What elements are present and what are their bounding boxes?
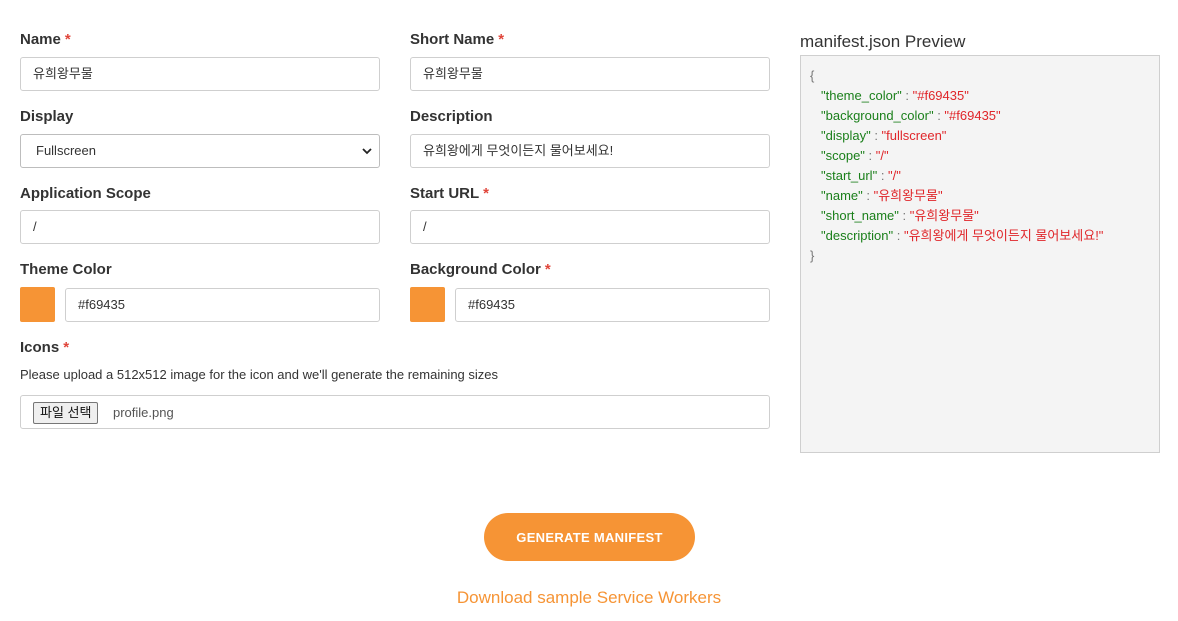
background-color-label: Background Color *	[410, 261, 551, 278]
generate-manifest-button[interactable]: GENERATE MANIFEST	[484, 513, 695, 561]
json-line: "description" : "유희왕에게 무엇이든지 물어보세요!"	[821, 228, 1104, 243]
icons-label: Icons *	[20, 339, 70, 356]
name-input[interactable]: 유희왕무물	[20, 57, 380, 91]
description-input[interactable]: 유희왕에게 무엇이든지 물어보세요!	[410, 134, 770, 168]
theme-color-swatch[interactable]	[20, 287, 55, 322]
required-mark: *	[544, 261, 551, 278]
json-line: "name" : "유희왕무물"	[821, 188, 943, 203]
background-color-input[interactable]: #f69435	[455, 288, 770, 322]
name-label: Name *	[20, 31, 71, 48]
start-url-input[interactable]: /	[410, 210, 770, 244]
short-name-label: Short Name *	[410, 31, 505, 48]
short-name-input[interactable]: 유희왕무물	[410, 57, 770, 91]
json-line: "start_url" : "/"	[821, 168, 901, 183]
preview-title: manifest.json Preview	[800, 32, 966, 51]
display-select-value: Fullscreen	[36, 143, 96, 158]
required-mark: *	[63, 339, 70, 356]
scope-label: Application Scope	[20, 185, 151, 202]
json-line: "scope" : "/"	[821, 148, 889, 163]
background-color-swatch[interactable]	[410, 287, 445, 322]
manifest-preview-panel: { "theme_color" : "#f69435" "background_…	[800, 55, 1160, 453]
icon-file-input[interactable]: 파일 선택 profile.png	[20, 395, 770, 429]
description-label: Description	[410, 108, 493, 125]
download-service-workers-link: Download sample Service Workers	[0, 588, 1178, 608]
download-link-text[interactable]: Download sample Service Workers	[457, 588, 721, 607]
required-mark: *	[483, 185, 490, 202]
required-mark: *	[498, 31, 505, 48]
start-url-label: Start URL *	[410, 185, 490, 202]
theme-color-label: Theme Color	[20, 261, 112, 278]
json-open-brace: {	[810, 68, 815, 83]
display-label: Display	[20, 108, 74, 125]
json-close-brace: }	[810, 248, 815, 263]
scope-input[interactable]: /	[20, 210, 380, 244]
display-select[interactable]: Fullscreen	[20, 134, 380, 168]
icons-hint: Please upload a 512x512 image for the ic…	[20, 367, 499, 382]
selected-file-name: profile.png	[113, 405, 174, 420]
chevron-down-icon	[362, 148, 372, 155]
theme-color-input[interactable]: #f69435	[65, 288, 380, 322]
required-mark: *	[64, 31, 71, 48]
json-line: "display" : "fullscreen"	[821, 128, 947, 143]
choose-file-button[interactable]: 파일 선택	[33, 402, 99, 424]
json-line: "theme_color" : "#f69435"	[821, 88, 969, 103]
json-line: "background_color" : "#f69435"	[821, 108, 1001, 123]
json-line: "short_name" : "유희왕무물"	[821, 208, 979, 223]
